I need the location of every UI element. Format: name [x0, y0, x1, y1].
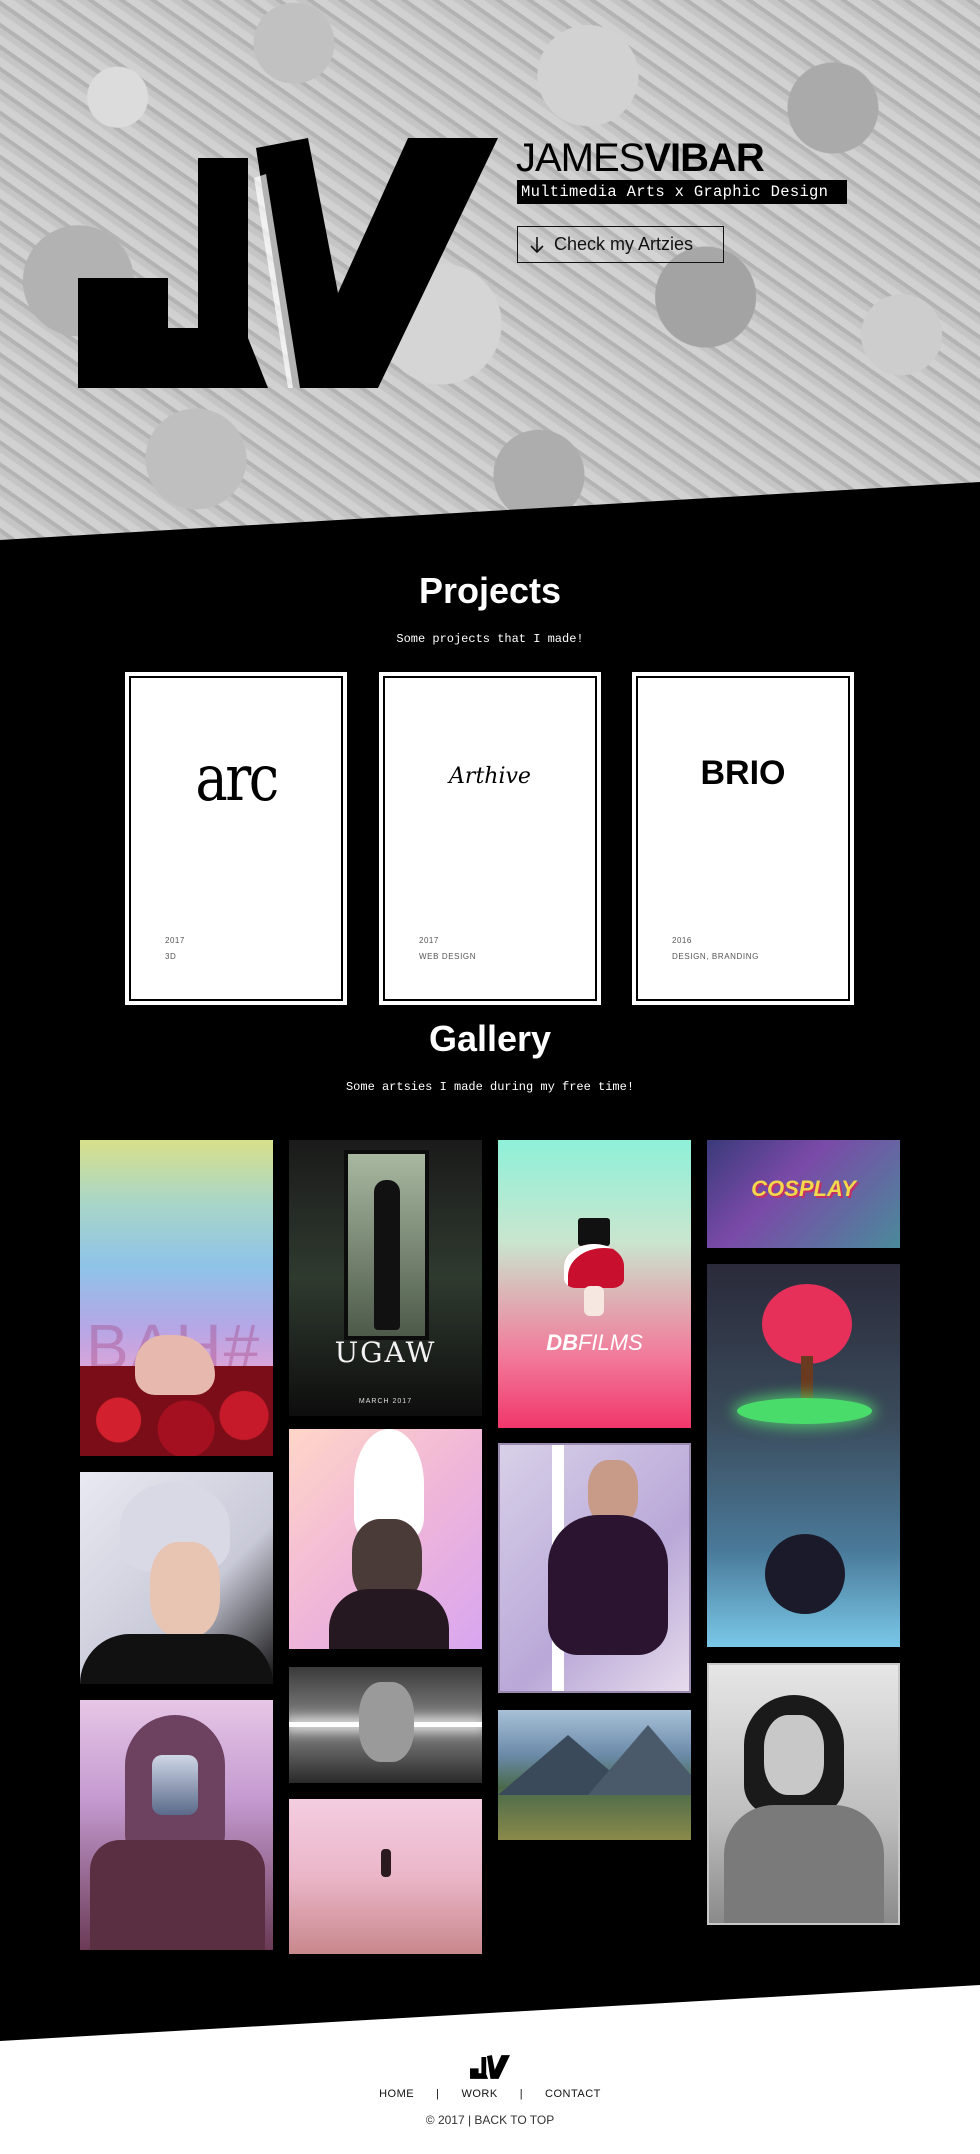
check-artzies-label: Check my Artzies	[554, 234, 694, 254]
project-year: 2016	[672, 936, 692, 945]
project-card-brio[interactable]: BRIO 2016 DESIGN, BRANDING	[632, 672, 854, 1005]
footer-separator: |	[436, 2088, 440, 2100]
project-tags: 3D	[165, 952, 177, 961]
hoodie-shape	[548, 1515, 668, 1655]
project-card-arthive[interactable]: Arthive 2017 WEB DESIGN	[379, 672, 601, 1005]
gallery-tile-bw-woman-portrait[interactable]	[707, 1663, 900, 1925]
gallery-subheading: Some artsies I made during my free time!	[345, 1080, 635, 1094]
footer-separator: |	[519, 2088, 524, 2100]
gallery-tile-hoodie-portrait[interactable]	[498, 1443, 691, 1693]
mushroom-stem-shape	[584, 1286, 604, 1316]
footer-link-home[interactable]: HOME	[379, 2088, 414, 2100]
project-year: 2017	[165, 936, 185, 945]
island-ring-shape	[737, 1398, 872, 1424]
body-shape	[329, 1589, 449, 1649]
mountain-shape	[588, 1725, 691, 1795]
figure-shape	[381, 1849, 391, 1877]
project-card-arc[interactable]: arc 2017 3D	[125, 672, 347, 1005]
cosplay-logo: COSPLAY	[751, 1176, 856, 1201]
check-artzies-button[interactable]: Check my Artzies	[517, 226, 724, 263]
face-shape	[359, 1682, 414, 1762]
gallery-tile-hooded-robot[interactable]	[80, 1700, 273, 1950]
upside-down-head-shape	[765, 1534, 845, 1614]
projects-subheading: Some projects that I made!	[396, 632, 584, 646]
jv-logo	[78, 138, 498, 388]
visor-shape	[152, 1755, 198, 1815]
project-tags: WEB DESIGN	[419, 952, 477, 961]
face-shape	[150, 1542, 220, 1637]
gallery-tile-pink-field[interactable]	[289, 1799, 482, 1954]
poster-title: UGAW	[334, 1336, 437, 1369]
gallery-tile-white-flame-portrait[interactable]	[289, 1429, 482, 1649]
footer-link-contact[interactable]: CONTACT	[545, 2088, 601, 2100]
gallery-tile-valley-landscape[interactable]	[498, 1710, 691, 1840]
gallery-heading: Gallery	[428, 1018, 552, 1059]
project-tags: DESIGN, BRANDING	[672, 952, 759, 961]
arc-logo: arc	[195, 742, 279, 816]
dbfilms-light: FILMS	[577, 1330, 643, 1355]
hat-shape	[578, 1218, 610, 1246]
project-year: 2017	[419, 936, 439, 945]
dbfilms-logo: DBFILMS	[498, 1330, 691, 1356]
mushroom-cap-shape	[564, 1244, 624, 1288]
gallery-tile-cosplay[interactable]: COSPLAY	[707, 1140, 900, 1248]
shirt-shape	[724, 1805, 884, 1923]
gallery-tile-bahay-rainbow[interactable]: BAH#	[80, 1140, 273, 1456]
dbfilms-bold: DB	[546, 1330, 578, 1355]
projects-heading: Projects	[418, 570, 562, 611]
copyright-back-to-top[interactable]: © 2017 | BACK TO TOP	[0, 2113, 980, 2127]
gallery-tile-silver-hair-portrait[interactable]	[80, 1472, 273, 1684]
site-title: JAMESVIBAR	[516, 136, 765, 180]
title-last-name: VIBAR	[644, 136, 764, 180]
footer-nav: HOME | WORK | CONTACT	[0, 2088, 980, 2100]
title-first-name: JAMES	[516, 136, 645, 180]
site-tagline: Multimedia Arts x Graphic Design	[517, 180, 847, 204]
footer-link-work[interactable]: WORK	[461, 2088, 497, 2100]
arrow-down-icon	[530, 236, 544, 253]
footer-jv-logo	[470, 2055, 510, 2079]
poster-date: MARCH 2017	[358, 1398, 413, 1405]
brio-logo: BRIO	[700, 754, 786, 792]
cloak-shape	[90, 1840, 265, 1950]
shoulders-shape	[80, 1634, 273, 1684]
gallery-tile-ugaw-poster[interactable]: UGAW MARCH 2017	[289, 1140, 482, 1416]
arthive-logo: Arthive	[449, 764, 531, 789]
gallery-tile-upside-down-tree[interactable]	[707, 1264, 900, 1647]
gallery-tile-bw-lightbeam[interactable]	[289, 1667, 482, 1783]
tree-crown-shape	[762, 1284, 852, 1364]
figure-shape	[374, 1180, 400, 1330]
gallery-tile-dbfilms[interactable]: DBFILMS	[498, 1140, 691, 1428]
face-shape	[764, 1715, 824, 1795]
